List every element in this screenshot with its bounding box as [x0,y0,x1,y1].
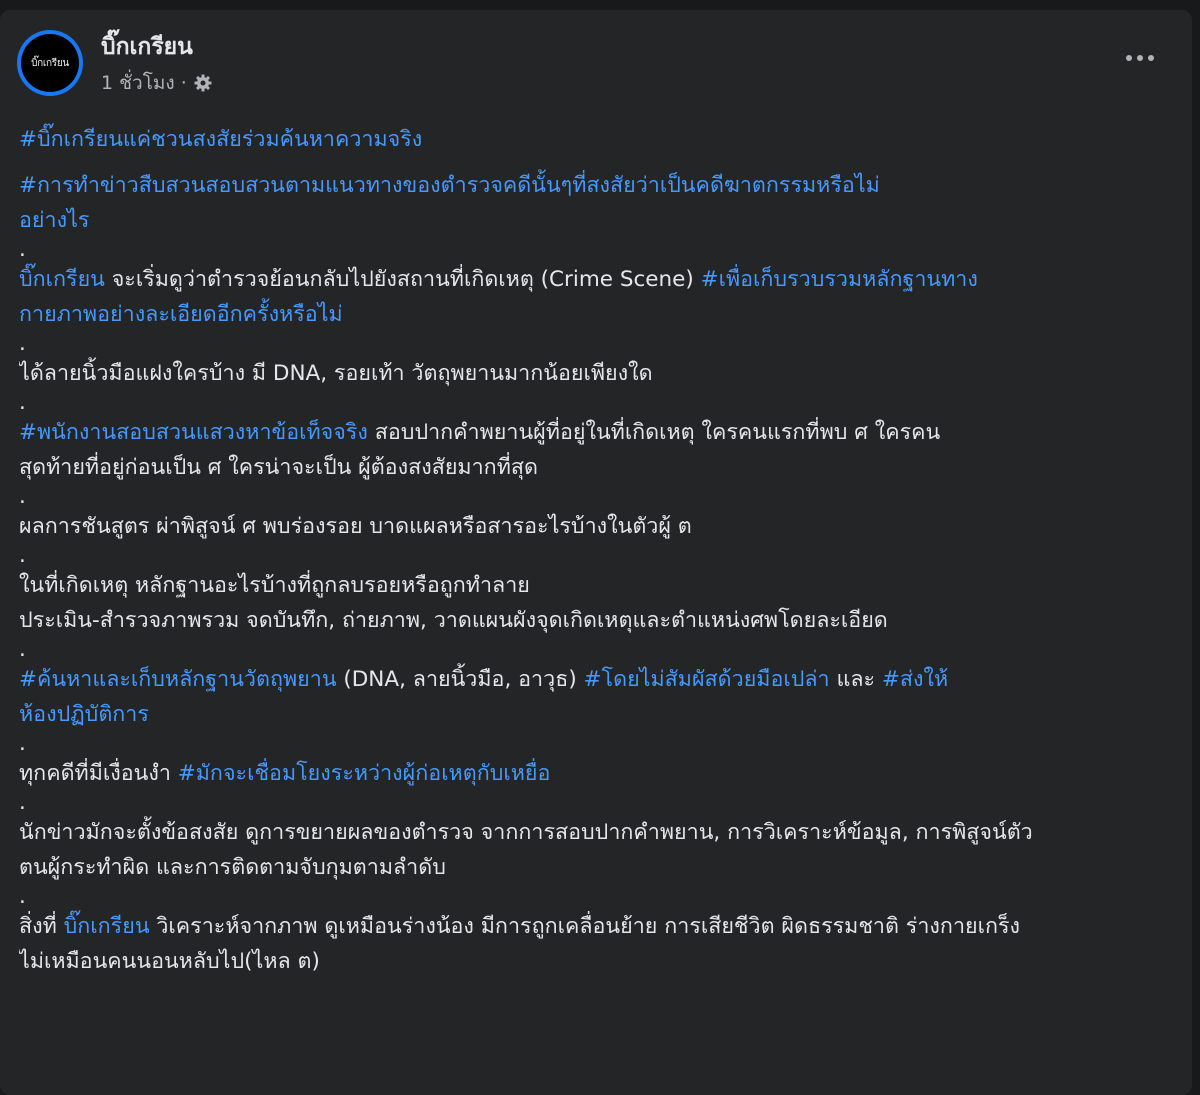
paragraph-text: วิเคราะห์จากภาพ ดูเหมือนร่างน้อง มีการถู… [149,914,1021,939]
dot-separator: . [19,885,26,909]
post-meta: 1 ชั่วโมง · [101,70,213,96]
hashtag-link[interactable]: #เพื่อเก็บรวบรวมหลักฐานทาง [701,267,978,292]
dot-separator: . [19,332,26,356]
hashtag-link[interactable]: กายภาพอย่างละเอียดอีกครั้งหรือไม่ [19,302,343,327]
paragraph-text: และ [829,667,882,692]
paragraph-text: ได้ลายนิ้วมือแฝงใครบ้าง มี DNA, รอยเท้า … [19,361,653,386]
hashtag-link[interactable]: ห้องปฏิบัติการ [19,702,149,727]
dot-separator: . [19,485,26,509]
post-body: #บิ๊กเกรียนแค่ชวนสงสัยร่วมค้นหาความจริง … [19,122,1169,979]
hashtag-link[interactable]: #มักจะเชื่อมโยงระหว่างผู้ก่อเหตุกับเหยื่… [178,761,551,786]
mention-link[interactable]: บิ๊กเกรียน [19,267,105,292]
hashtag-link[interactable]: #การทำข่าวสืบสวนสอบสวนตามแนวทางของตำรวจค… [19,173,880,198]
author-name[interactable]: บิ๊กเกรียน [101,32,193,62]
dot-separator: . [19,391,26,415]
paragraph-9: ทุกคดีที่มีเงื่อนงำ #มักจะเชื่อมโยงระหว่… [19,756,1169,791]
paragraph-text: ไม่เหมือนคนนอนหลับไป(ไหล ต) [19,949,320,974]
hashtag-link[interactable]: อย่างไร [19,208,89,233]
paragraph-text: สุดท้ายที่อยู่ก่อนเป็น ศ ใครน่าจะเป็น ผู… [19,455,538,480]
paragraph-7-line-1: ในที่เกิดเหตุ หลักฐานอะไรบ้างที่ถูกลบรอย… [19,568,1169,603]
paragraph-text: สอบปากคำพยานผู้ที่อยู่ในที่เกิดเหตุ ใครค… [367,420,941,445]
paragraph-text: นักข่าวมักจะตั้งข้อสงสัย ดูการขยายผลของต… [19,820,1033,845]
paragraph-8-line-2: ห้องปฏิบัติการ [19,697,1169,732]
more-dot [1126,55,1132,61]
paragraph-text: สิ่งที่ [19,914,64,939]
paragraph-3-line-1: บิ๊กเกรียน จะเริ่มดูว่าตำรวจย้อนกลับไปยั… [19,262,1169,297]
paragraph-text: ทุกคดีที่มีเงื่อนงำ [19,761,178,786]
post-header: บิ๊กเกรียน บิ๊กเกรียน 1 ชั่วโมง · [17,30,1162,102]
paragraph-6: ผลการชันสูตร ผ่าพิสูจน์ ศ พบร่องรอย บาดแ… [19,509,1169,544]
paragraph-11-line-1: สิ่งที่ บิ๊กเกรียน วิเคราะห์จากภาพ ดูเหม… [19,909,1169,944]
gear-icon[interactable] [193,73,213,93]
paragraph-3-line-2: กายภาพอย่างละเอียดอีกครั้งหรือไม่ [19,297,1169,332]
post-time[interactable]: 1 ชั่วโมง [101,70,175,96]
more-options-icon[interactable] [1118,44,1162,72]
hashtag-link[interactable]: #ส่งให้ [882,667,948,692]
paragraph-8-line-1: #ค้นหาและเก็บหลักฐานวัตถุพยาน (DNA, ลายน… [19,662,1169,697]
hashtag-link[interactable]: #พนักงานสอบสวนแสวงหาข้อเท็จจริง [19,420,368,445]
paragraph-11-line-2: ไม่เหมือนคนนอนหลับไป(ไหล ต) [19,944,1169,979]
hashtag-link[interactable]: #ค้นหาและเก็บหลักฐานวัตถุพยาน [19,667,337,692]
more-dot [1137,55,1143,61]
paragraph-text: ตนผู้กระทำผิด และการติดตามจับกุมตามลำดับ [19,855,446,880]
dot-separator: . [19,638,26,662]
paragraph-1: #บิ๊กเกรียนแค่ชวนสงสัยร่วมค้นหาความจริง [19,122,1169,157]
meta-separator: · [180,72,187,94]
paragraph-2-line-2: อย่างไร [19,203,1169,238]
paragraph-4: ได้ลายนิ้วมือแฝงใครบ้าง มี DNA, รอยเท้า … [19,356,1169,391]
avatar-logo-text: บิ๊กเกรียน [21,34,79,92]
dot-separator: . [19,238,26,262]
paragraph-2-line-1: #การทำข่าวสืบสวนสอบสวนตามแนวทางของตำรวจค… [19,168,1169,203]
paragraph-10-line-1: นักข่าวมักจะตั้งข้อสงสัย ดูการขยายผลของต… [19,815,1169,850]
hashtag-link[interactable]: #โดยไม่สัมผัสด้วยมือเปล่า [584,667,830,692]
dot-separator: . [19,544,26,568]
paragraph-text: ประเมิน-สำรวจภาพรวม จดบันทึก, ถ่ายภาพ, ว… [19,608,888,633]
paragraph-10-line-2: ตนผู้กระทำผิด และการติดตามจับกุมตามลำดับ [19,850,1169,885]
paragraph-text: (DNA, ลายนิ้วมือ, อาวุธ) [336,667,584,692]
paragraph-text: จะเริ่มดูว่าตำรวจย้อนกลับไปยังสถานที่เกิ… [104,267,701,292]
mention-link[interactable]: บิ๊กเกรียน [64,914,150,939]
paragraph-text: ในที่เกิดเหตุ หลักฐานอะไรบ้างที่ถูกลบรอย… [19,573,530,598]
avatar[interactable]: บิ๊กเกรียน [17,30,83,96]
dot-separator: . [19,791,26,815]
paragraph-7-line-2: ประเมิน-สำรวจภาพรวม จดบันทึก, ถ่ายภาพ, ว… [19,603,1169,638]
more-dot [1148,55,1154,61]
paragraph-5-line-2: สุดท้ายที่อยู่ก่อนเป็น ศ ใครน่าจะเป็น ผู… [19,450,1169,485]
hashtag-link[interactable]: #บิ๊กเกรียนแค่ชวนสงสัยร่วมค้นหาความจริง [19,127,422,152]
dot-separator: . [19,732,26,756]
post-card: บิ๊กเกรียน บิ๊กเกรียน 1 ชั่วโมง · #บิ๊กเ… [0,10,1192,1095]
paragraph-5-line-1: #พนักงานสอบสวนแสวงหาข้อเท็จจริง สอบปากคำ… [19,415,1169,450]
paragraph-text: ผลการชันสูตร ผ่าพิสูจน์ ศ พบร่องรอย บาดแ… [19,514,692,539]
